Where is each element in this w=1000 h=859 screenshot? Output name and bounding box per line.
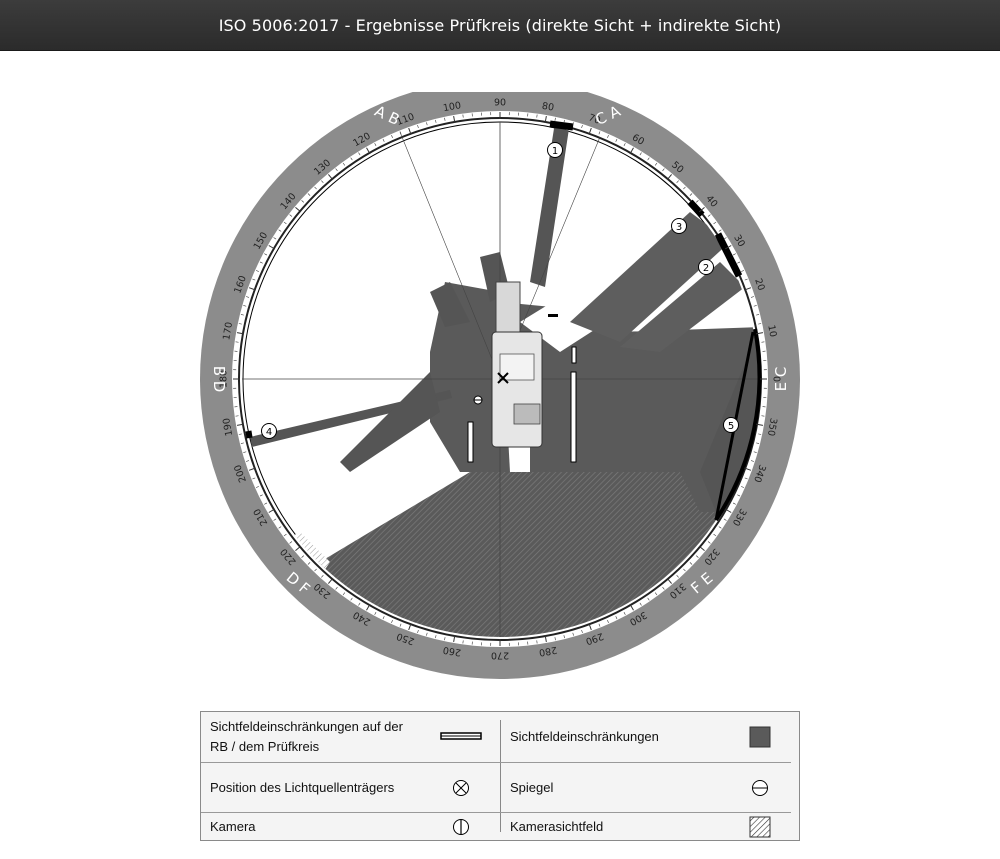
hatched-square-icon: [749, 816, 771, 838]
marker-4: 4: [266, 427, 272, 438]
marker-2: 2: [703, 263, 709, 274]
degree-label: 80: [541, 101, 555, 114]
marker-1: 1: [552, 146, 558, 157]
degree-label: 270: [491, 650, 509, 661]
mirror-legend-icon: [752, 780, 768, 796]
legend-label-camera: Kamera: [210, 818, 256, 834]
double-line-icon: [440, 732, 482, 740]
test-circle-diagram: 0 10 20 30 40 50 60 70 80 90 100 110 120 130 140 150 160…: [200, 79, 800, 692]
legend-label-obstruction: Sichtfeldeinschränkungen: [510, 729, 659, 744]
legend-label-light-source: Position des Lichtquellenträgers: [210, 779, 395, 795]
test-circle-svg: 0102030405060708090100110120130140150160…: [200, 79, 800, 679]
marker-5: 5: [728, 421, 734, 432]
legend-label-boundary-obstruction: Sichtfeldeinschränkungen auf der RB / de…: [210, 719, 403, 754]
legend-table: Sichtfeldeinschränkungen auf der RB / de…: [200, 711, 800, 841]
camera-icon: [453, 819, 469, 835]
degree-label: 10: [765, 324, 778, 338]
crossed-circle-icon: [453, 780, 469, 796]
marker-3: 3: [676, 222, 682, 233]
legend-row-1: Sichtfeldeinschränkungen auf der RB / de…: [201, 712, 799, 762]
label-ec: E C: [772, 367, 790, 392]
boundary-obstruction-4: [245, 430, 253, 439]
window-title: ISO 5006:2017 - Ergebnisse Prüfkreis (di…: [218, 15, 782, 35]
legend-row-2: Position des Lichtquellenträgers Spiegel: [201, 763, 799, 812]
legend-row-3: Kamera Kamerasichtfeld: [201, 813, 799, 840]
label-bd: B D: [210, 366, 228, 393]
degree-label: 90: [494, 98, 506, 109]
title-bar: ISO 5006:2017 - Ergebnisse Prüfkreis (di…: [0, 0, 1000, 51]
mirror-icon: [473, 395, 483, 405]
legend-label-mirror: Spiegel: [510, 779, 554, 795]
filled-square-icon: [749, 726, 771, 748]
legend-label-camera-field: Kamerasichtfeld: [510, 818, 604, 834]
boundary-obstruction-1: [549, 120, 574, 131]
